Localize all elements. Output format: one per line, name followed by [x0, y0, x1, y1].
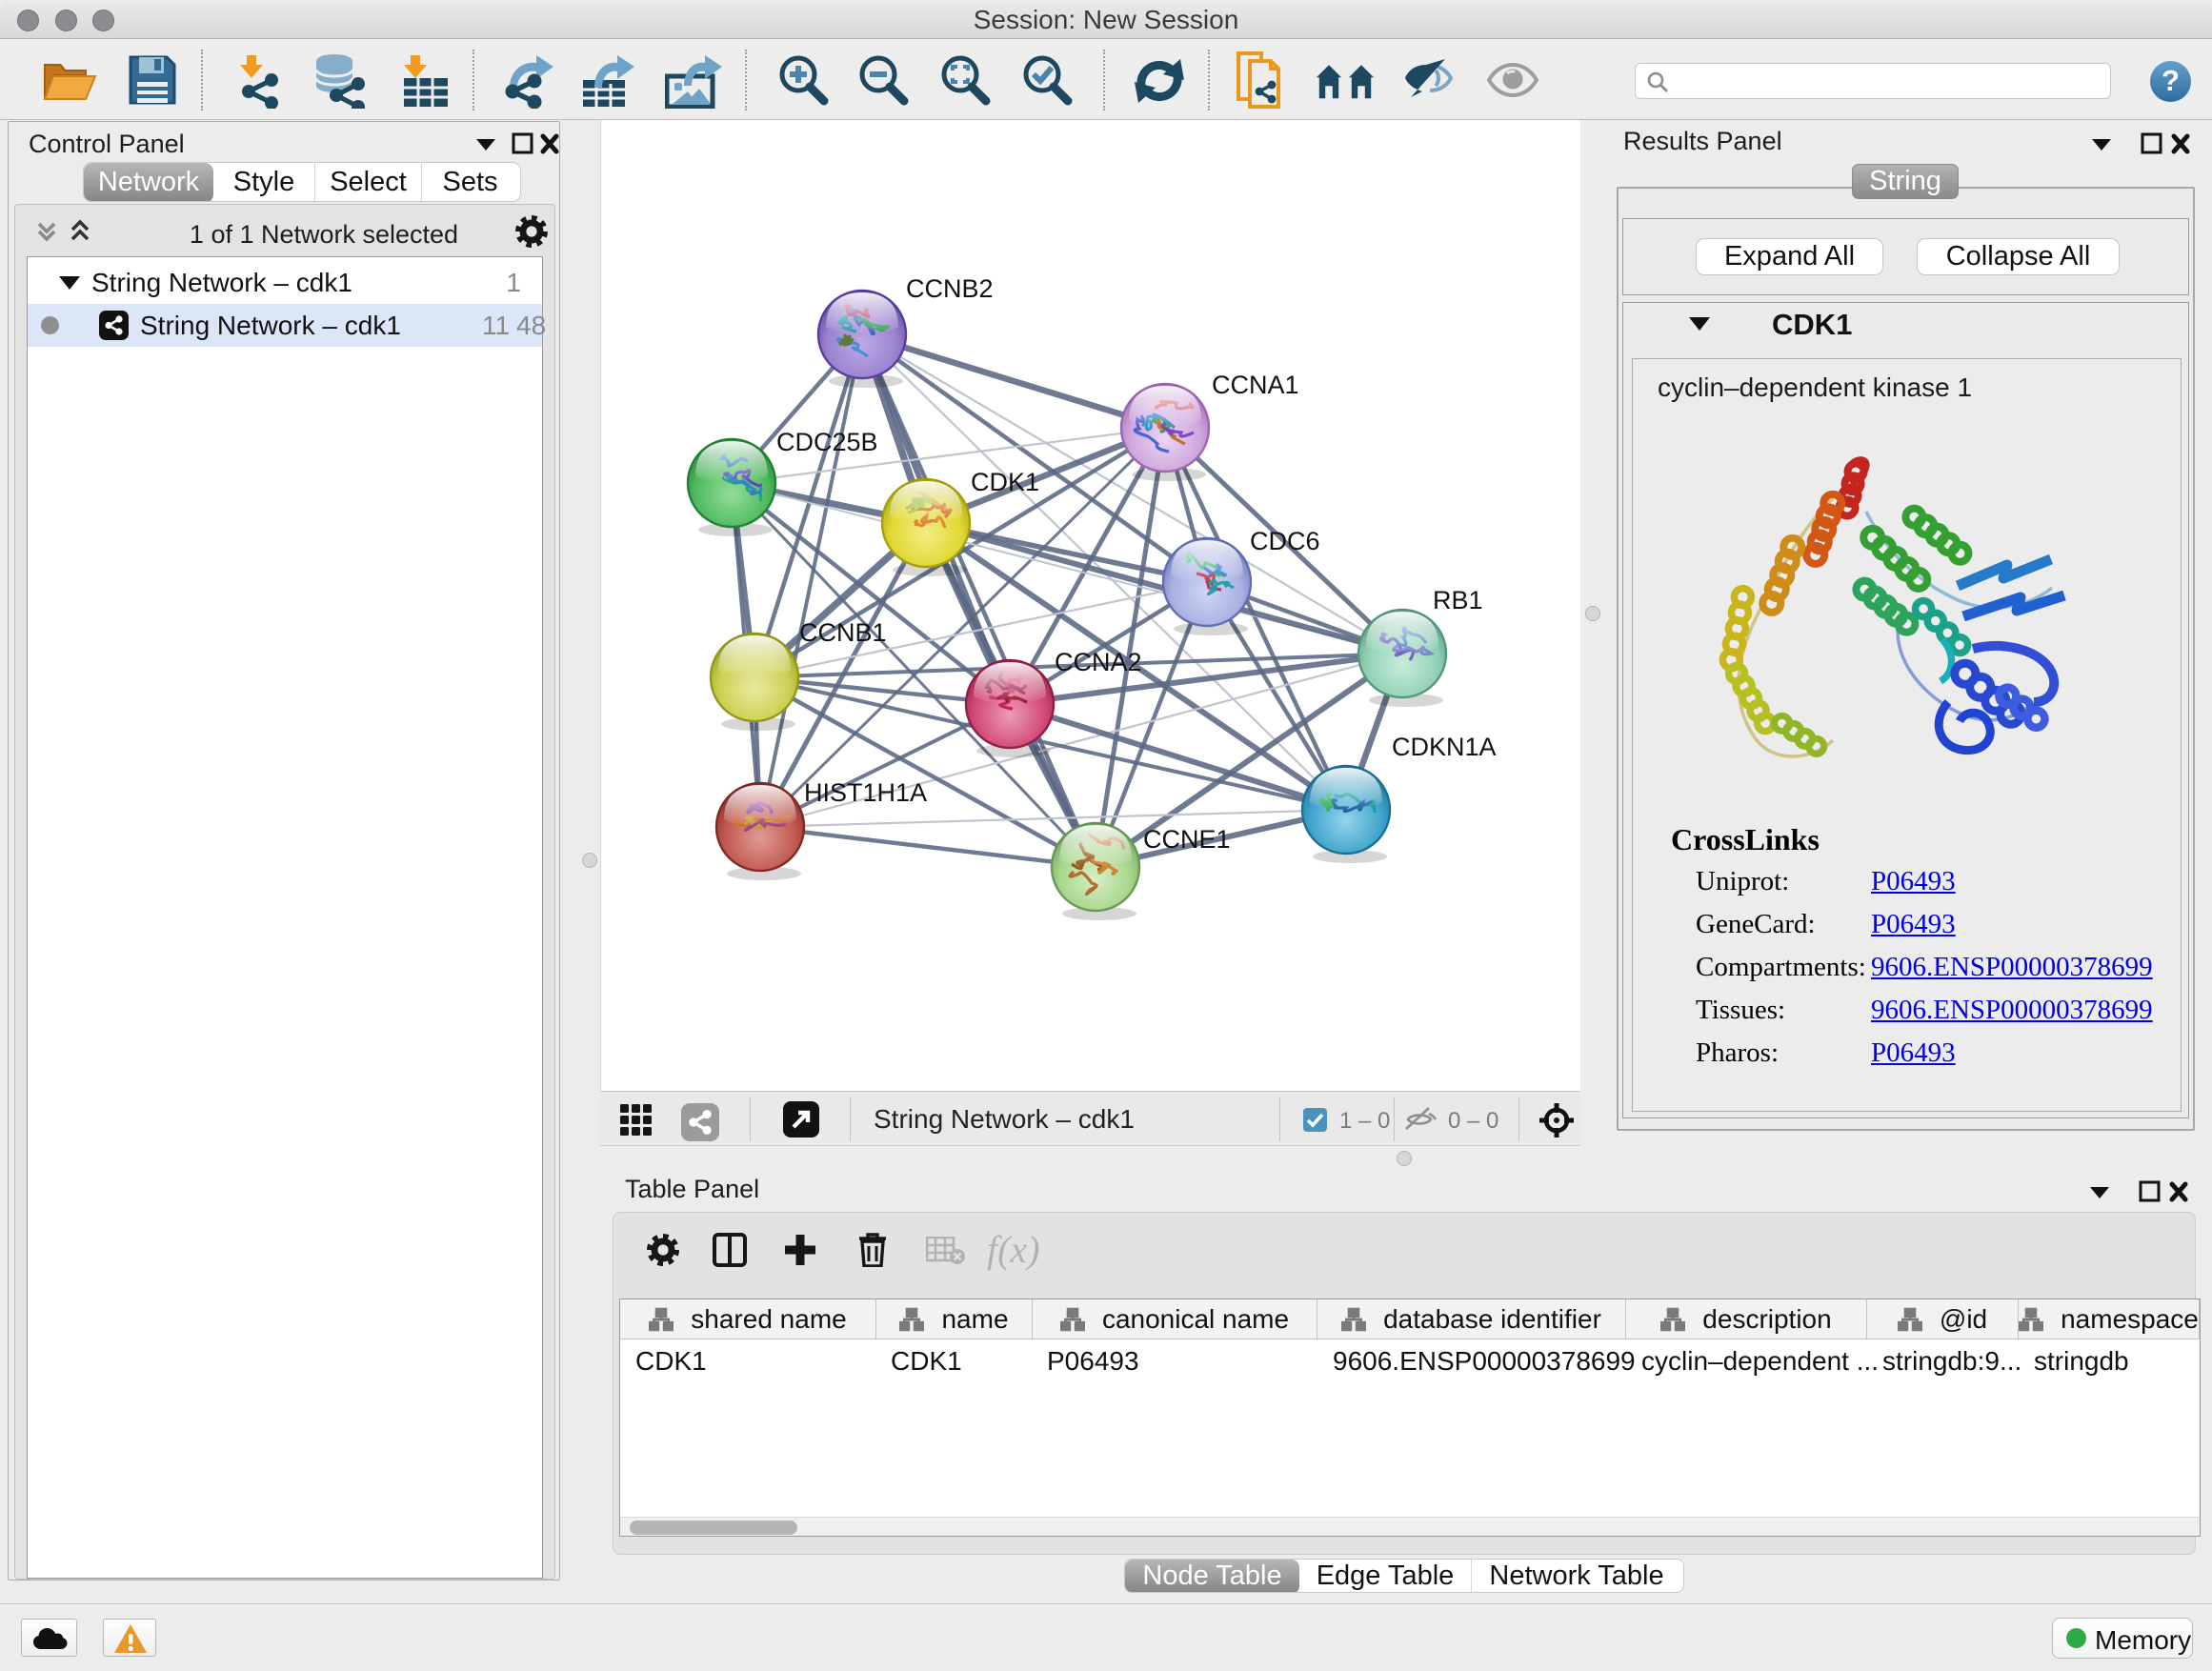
svg-text:RB1: RB1	[1433, 586, 1483, 614]
svg-text:CCNA1: CCNA1	[1212, 371, 1299, 399]
svg-text:CDC6: CDC6	[1250, 527, 1320, 555]
svg-text:HIST1H1A: HIST1H1A	[804, 778, 927, 807]
svg-text:CDKN1A: CDKN1A	[1392, 733, 1497, 761]
svg-text:CCNE1: CCNE1	[1143, 825, 1231, 854]
svg-text:CDK1: CDK1	[971, 468, 1039, 496]
svg-text:CDC25B: CDC25B	[776, 428, 878, 456]
svg-text:CCNA2: CCNA2	[1055, 648, 1142, 676]
svg-text:CCNB2: CCNB2	[906, 274, 994, 303]
svg-text:CCNB1: CCNB1	[799, 618, 887, 647]
